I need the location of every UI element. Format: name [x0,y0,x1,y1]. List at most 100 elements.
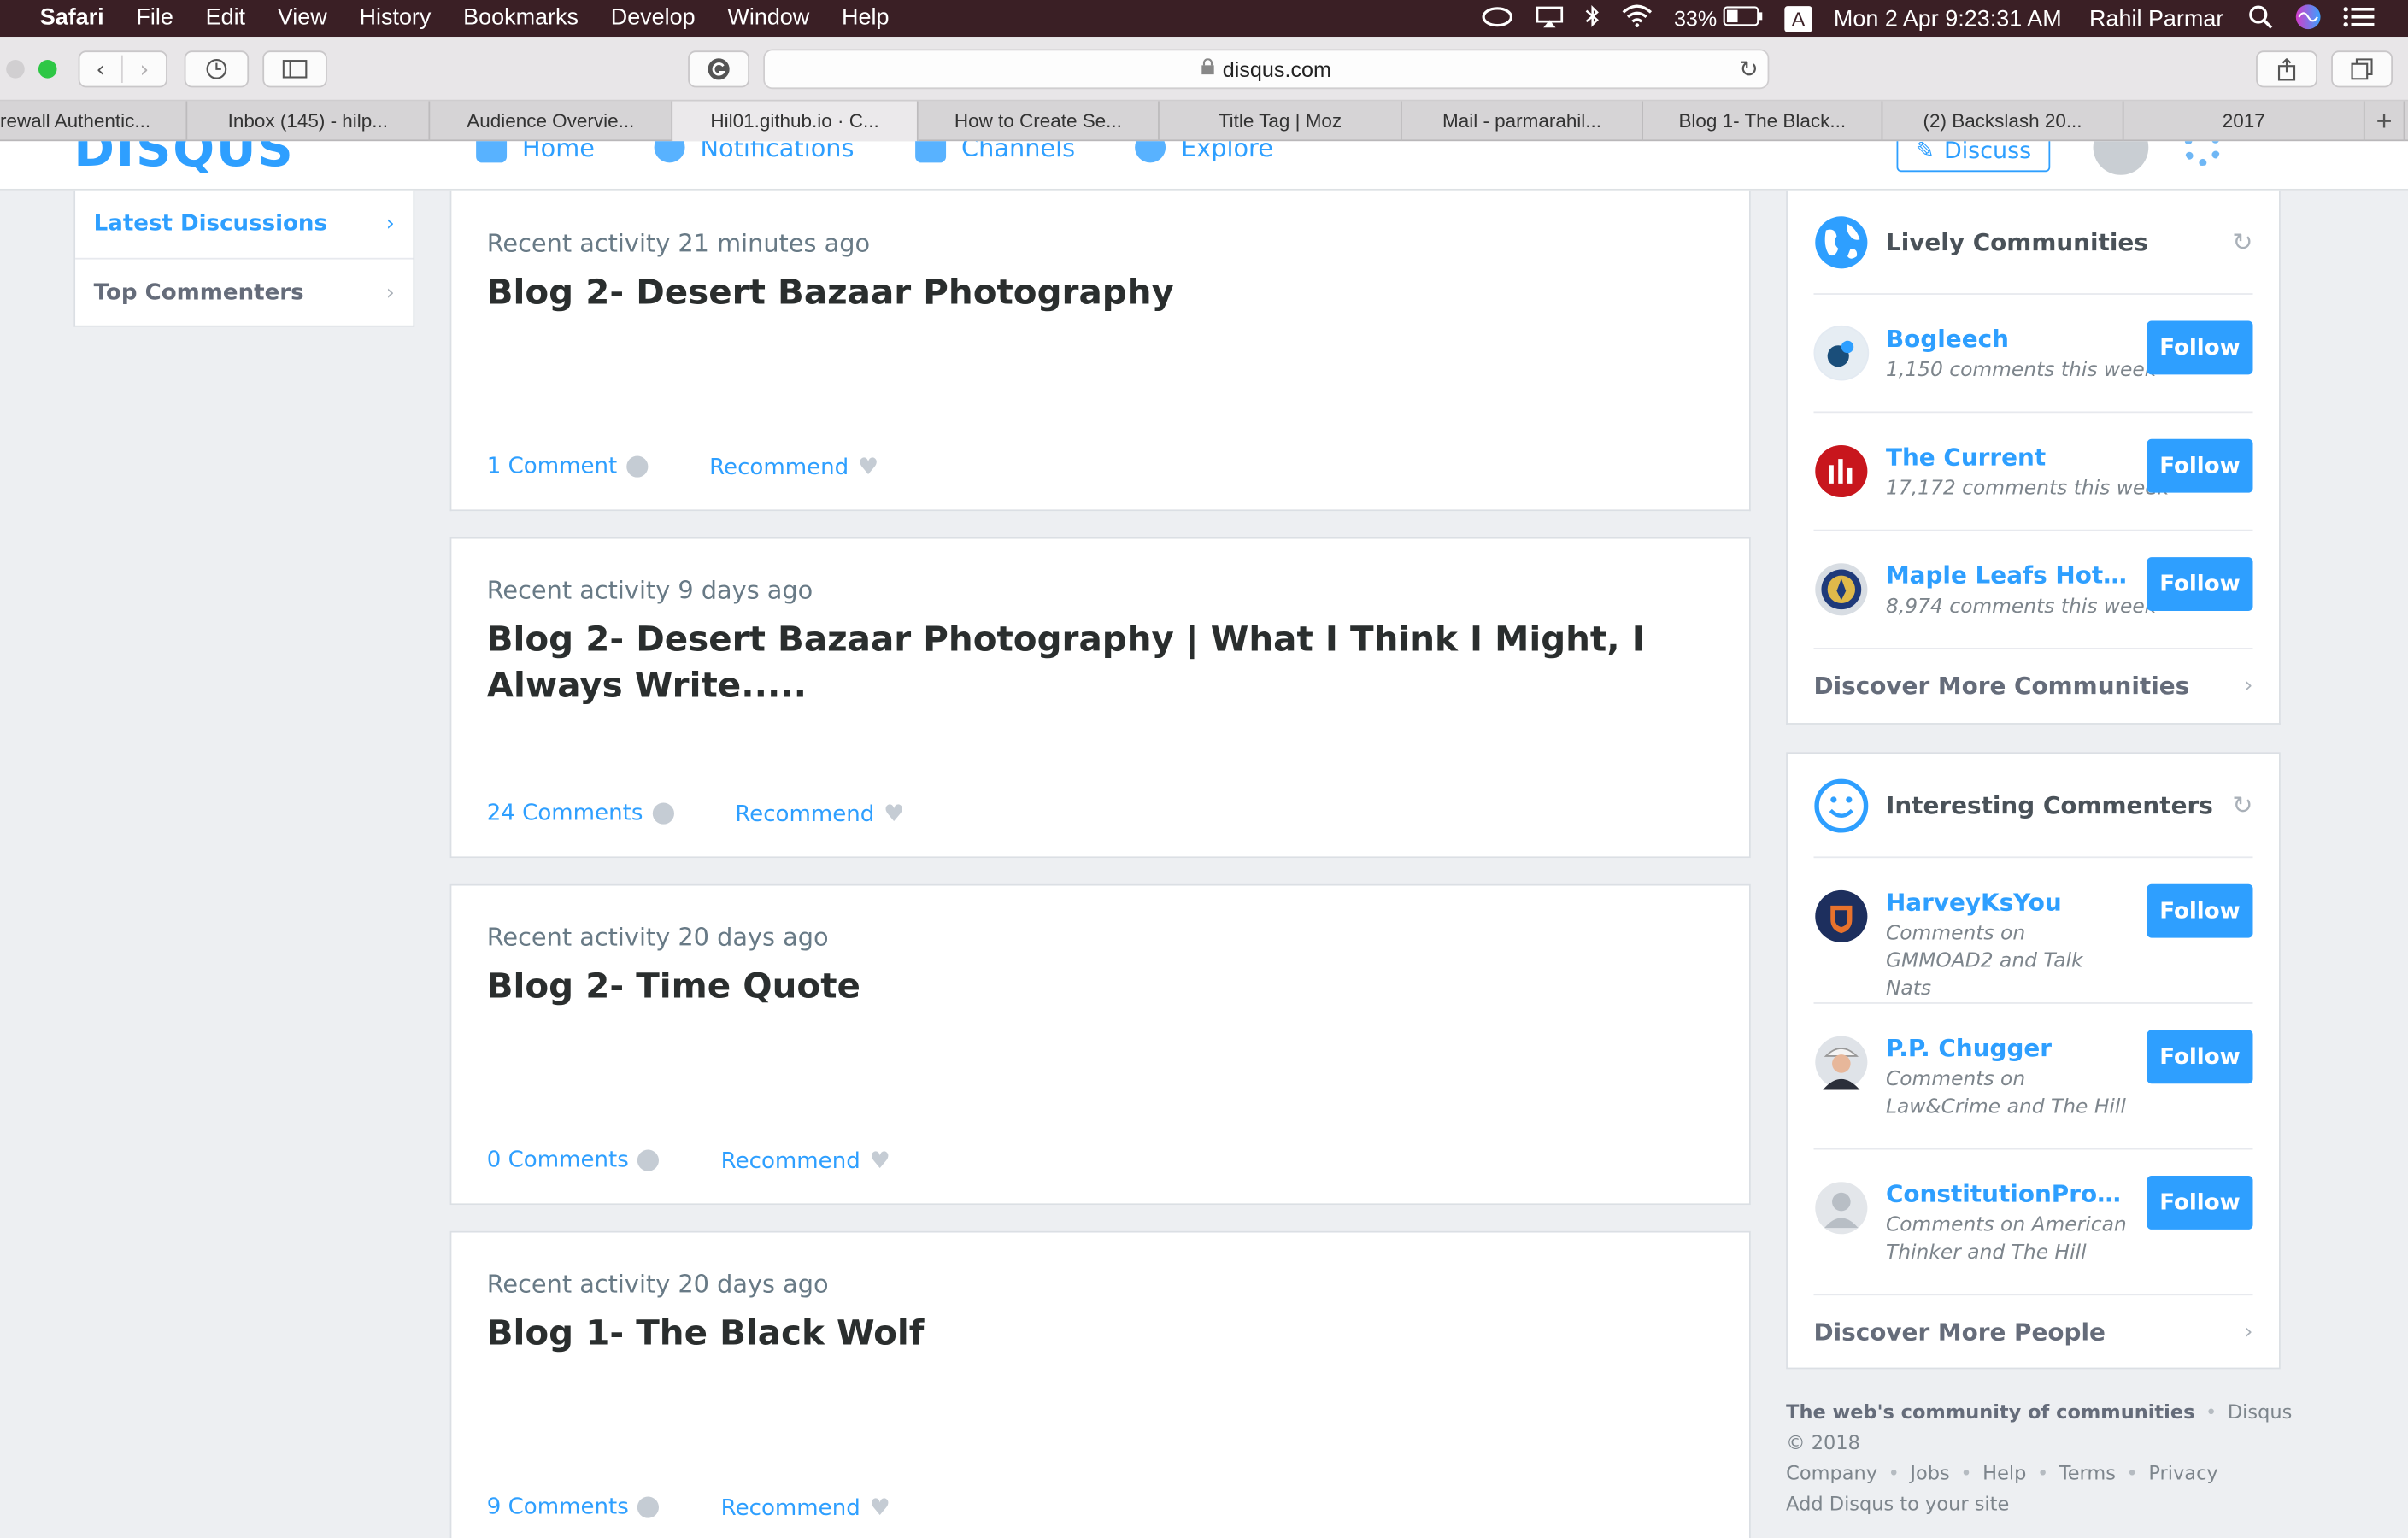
discover-more-label: Discover More Communities [1813,672,2190,701]
menu-edit[interactable]: Edit [206,4,245,31]
follow-button[interactable]: Follow [2147,883,2253,938]
menu-history[interactable]: History [360,4,432,31]
input-source-icon[interactable]: A [1784,5,1812,32]
follow-button[interactable]: Follow [2147,557,2253,611]
follow-button[interactable]: Follow [2147,320,2253,375]
footer-link-jobs[interactable]: Jobs [1910,1461,1949,1484]
discussions-sidebar: Latest Discussions › Top Commenters › [73,190,415,327]
community-name[interactable]: Bogleech [1886,326,2132,353]
user-avatar[interactable] [2093,141,2149,175]
commenter-name[interactable]: ConstitutionProtec... [1886,1180,2132,1207]
nav-notifications[interactable]: Notifications [654,141,854,163]
sidebar-item-top-commenters[interactable]: Top Commenters › [75,257,414,326]
browser-tab[interactable]: Audience Overvie... [430,101,673,142]
sidebar-button[interactable] [262,50,327,88]
discussion-card: Recent activity 20 days ago Blog 2- Time… [449,883,1751,1206]
footer-link-privacy[interactable]: Privacy [2148,1461,2217,1484]
menu-develop[interactable]: Develop [611,4,696,31]
browser-tab[interactable]: Mail - parmarahil... [1402,101,1643,142]
refresh-icon[interactable]: ↻ [2232,227,2252,256]
commenter-avatar [1813,1180,1869,1236]
refresh-icon[interactable]: ↻ [2232,790,2252,819]
community-name[interactable]: Maple Leafs Hot St... [1886,561,2132,589]
browser-tab[interactable]: Inbox (145) - hilp... [187,101,431,142]
user-name[interactable]: Rahil Parmar [2089,5,2223,32]
menu-file[interactable]: File [136,4,173,31]
recommend-label: Recommend [720,1496,860,1522]
bluetooth-icon[interactable] [1585,4,1600,32]
battery-icon[interactable] [1723,6,1764,31]
browser-tab[interactable]: How to Create Se... [919,101,1160,142]
discuss-button[interactable]: ✎ Discuss [1896,141,2051,173]
follow-button[interactable]: Follow [2147,438,2253,493]
comments-link[interactable]: 24 Comments [487,801,674,825]
menu-safari[interactable]: Safari [40,4,104,31]
commenter-name[interactable]: P.P. Chugger [1886,1035,2132,1062]
tab-overview-button[interactable] [2331,50,2393,88]
browser-tab[interactable]: Blog 1- The Black... [1643,101,1883,142]
clock[interactable]: Mon 2 Apr 9:23:31 AM [1834,5,2062,32]
comments-link[interactable]: 9 Comments [487,1495,660,1519]
follow-button[interactable]: Follow [2147,1176,2253,1230]
window-zoom-button[interactable] [38,60,57,79]
follow-button[interactable]: Follow [2147,1030,2253,1084]
reload-icon[interactable]: ↻ [1739,56,1759,83]
heart-icon: ♥ [869,1493,890,1522]
history-button[interactable] [184,50,250,88]
footer-link-terms[interactable]: Terms [2059,1461,2116,1484]
lock-icon [1201,58,1215,79]
footer-link-add-disqus[interactable]: Add Disqus to your site [1786,1492,2009,1515]
comments-link[interactable]: 1 Comment [487,455,649,478]
forward-icon[interactable]: › [123,56,166,83]
menu-bookmarks[interactable]: Bookmarks [463,4,579,31]
disqus-logo[interactable]: DISQUS [73,141,294,178]
gear-icon[interactable] [2183,141,2221,167]
menu-view[interactable]: View [278,4,327,31]
tab-title: Title Tag | Moz [1218,110,1342,132]
discussion-title[interactable]: Blog 1- The Black Wolf [487,1311,1654,1357]
creative-cloud-icon[interactable] [1480,5,1514,32]
heart-icon: ♥ [869,1146,890,1175]
commenter-activity: Comments on GMMOAD2 and Talk Nats [1885,922,2083,1001]
discussion-title[interactable]: Blog 2- Desert Bazaar Photography [487,270,1654,316]
recommend-button[interactable]: Recommend ♥ [735,800,904,827]
browser-tab-active[interactable]: Hil01.github.io · C... [672,101,919,142]
browser-tab[interactable]: (2) Backslash 20... [1882,101,2124,142]
notification-center-icon[interactable] [2343,5,2375,32]
battery-percent[interactable]: 33% [1674,6,1717,31]
community-stats: 1,150 comments this week [1885,359,2157,383]
back-forward-buttons: ‹ › [78,50,167,88]
recommend-button[interactable]: Recommend ♥ [721,1147,890,1174]
browser-tab[interactable]: 2017 [2124,101,2365,142]
nav-channels[interactable]: Channels [915,141,1075,163]
back-icon[interactable]: ‹ [79,55,123,84]
nav-explore[interactable]: Explore [1135,141,1273,163]
recommend-button[interactable]: Recommend ♥ [709,453,878,480]
sidebar-item-latest-discussions[interactable]: Latest Discussions › [75,191,413,258]
grammarly-extension-button[interactable] [688,50,750,88]
browser-tab[interactable]: Title Tag | Moz [1160,101,1402,142]
commenter-name[interactable]: HarveyKsYou [1886,889,2132,916]
discussion-title[interactable]: Blog 2- Time Quote [487,964,1654,1010]
window-minimize-button[interactable] [6,60,25,79]
wifi-icon[interactable] [1622,4,1653,32]
menu-help[interactable]: Help [842,4,889,31]
commenter-item: HarveyKsYou Comments on GMMOAD2 and Talk… [1813,858,2253,1004]
new-tab-button[interactable]: + [2365,101,2405,142]
menu-window[interactable]: Window [727,4,809,31]
footer-link-company[interactable]: Company [1786,1461,1877,1484]
siri-icon[interactable] [2294,3,2322,35]
share-button[interactable] [2256,50,2317,88]
browser-tab[interactable]: rewall Authentic... [0,101,188,142]
address-bar[interactable]: disqus.com ↻ [763,49,1770,90]
discover-more-communities-link[interactable]: Discover More Communities › [1813,649,2252,723]
community-name[interactable]: The Current [1886,443,2132,471]
nav-home[interactable]: Home [476,141,595,163]
footer-link-help[interactable]: Help [1982,1461,2026,1484]
comments-link[interactable]: 0 Comments [487,1148,660,1172]
discover-more-people-link[interactable]: Discover More People › [1813,1295,2252,1369]
spotlight-search-icon[interactable] [2248,3,2273,32]
discussion-title[interactable]: Blog 2- Desert Bazaar Photography | What… [487,617,1654,709]
airplay-icon[interactable] [1536,5,1564,32]
recommend-button[interactable]: Recommend ♥ [721,1494,890,1521]
